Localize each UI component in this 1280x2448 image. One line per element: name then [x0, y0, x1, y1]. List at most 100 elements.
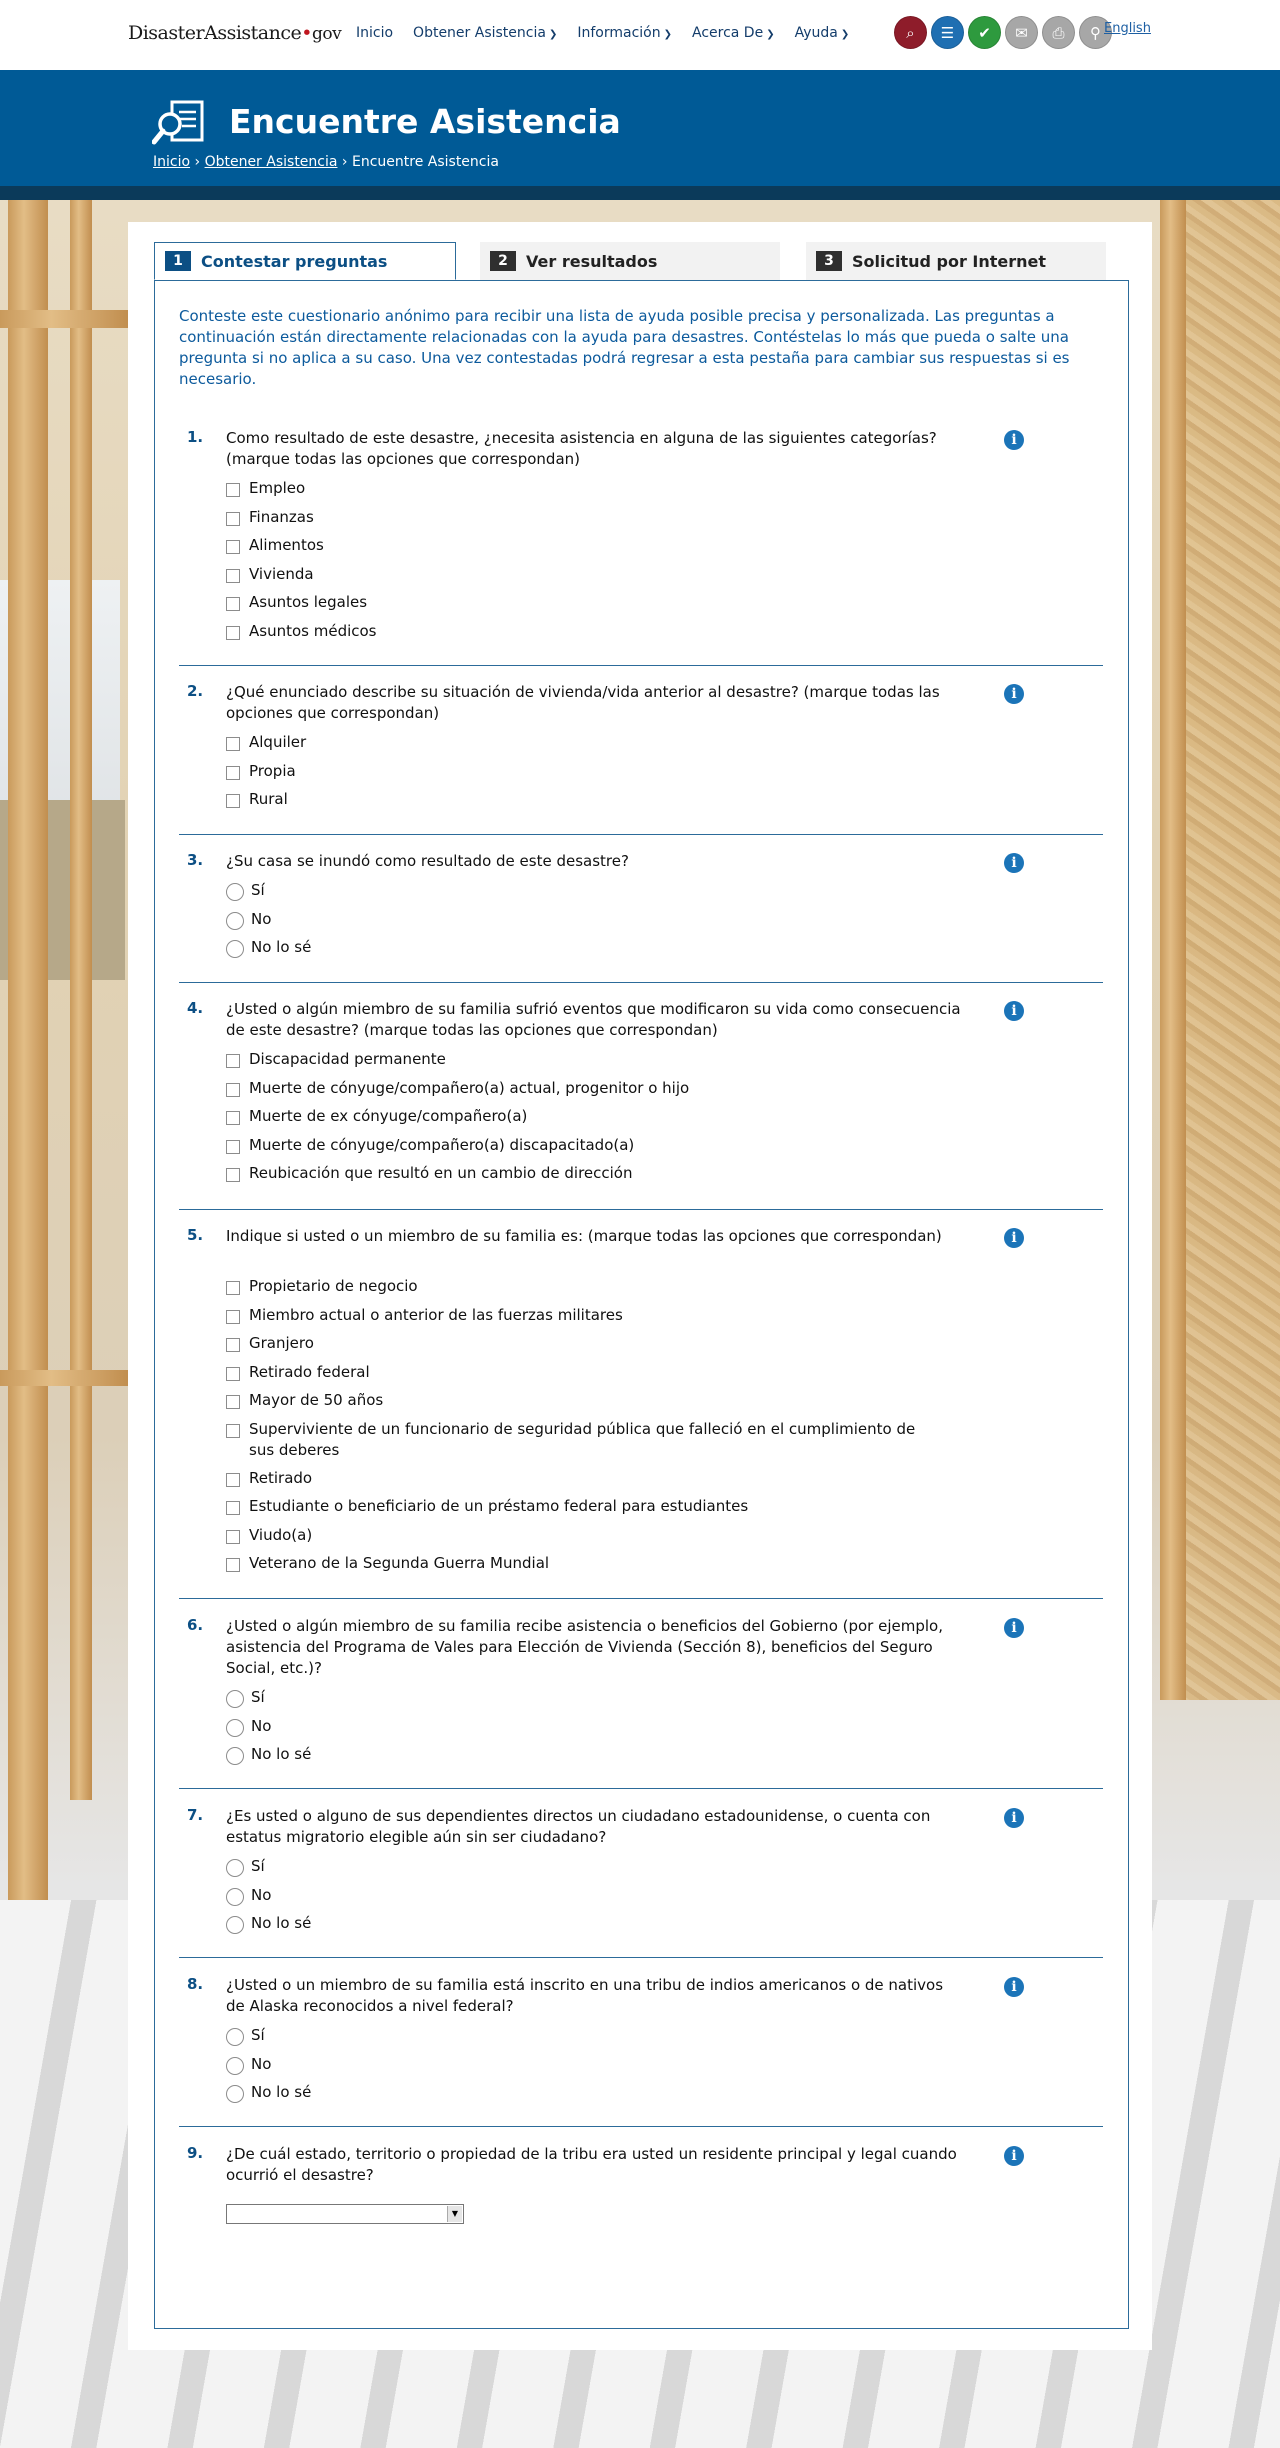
checkbox-option[interactable]: Granjero [226, 1333, 939, 1354]
checkbox[interactable] [226, 483, 240, 497]
info-icon[interactable]: i [1004, 684, 1024, 704]
nav-acerca-de[interactable]: Acerca De ❯ [692, 25, 775, 41]
info-icon[interactable]: i [1004, 2146, 1024, 2166]
breadcrumb-obtener-asistencia[interactable]: Obtener Asistencia [205, 154, 338, 170]
checkbox-option[interactable]: Muerte de ex cónyuge/compañero(a) [226, 1106, 939, 1127]
checkbox[interactable] [226, 1558, 240, 1572]
find-assistance-icon[interactable]: ⌕ [894, 16, 927, 49]
info-icon[interactable]: i [1004, 853, 1024, 873]
checkbox-option[interactable]: Asuntos legales [226, 592, 939, 613]
radio-option[interactable]: No [226, 909, 941, 930]
radio-option[interactable]: No [226, 2054, 941, 2075]
english-link[interactable]: English [1104, 21, 1151, 36]
checkbox[interactable] [226, 1168, 240, 1182]
checkbox-option[interactable]: Muerte de cónyuge/compañero(a) discapaci… [226, 1135, 939, 1156]
checkbox[interactable] [226, 511, 240, 526]
info-icon[interactable]: i [1004, 1808, 1024, 1828]
checkbox-option[interactable]: Alimentos [226, 535, 939, 556]
checkbox-option[interactable]: Estudiante o beneficiario de un préstamo… [226, 1496, 939, 1517]
checkbox-option[interactable]: Propia [226, 761, 939, 782]
nav-ayuda[interactable]: Ayuda ❯ [795, 25, 850, 41]
site-logo[interactable]: DisasterAssistance•gov [128, 22, 342, 44]
checkbox[interactable] [226, 1309, 240, 1324]
print-icon[interactable]: ⎙ [1042, 16, 1075, 49]
checkbox[interactable] [226, 540, 240, 554]
tab-contestar-preguntas[interactable]: 1 Contestar preguntas [154, 242, 456, 280]
checkbox-option[interactable]: Muerte de cónyuge/compañero(a) actual, p… [226, 1078, 939, 1099]
info-icon[interactable]: i [1004, 430, 1024, 450]
info-icon[interactable]: i [1004, 1228, 1024, 1248]
checkbox-option[interactable]: Propietario de negocio [226, 1276, 939, 1297]
radio-option[interactable]: Sí [226, 880, 941, 901]
info-icon[interactable]: i [1004, 1618, 1024, 1638]
nav-obtener-asistencia[interactable]: Obtener Asistencia ❯ [413, 25, 557, 41]
tab-solicitud-por-internet[interactable]: 3 Solicitud por Internet [806, 242, 1106, 280]
radio-button[interactable] [226, 940, 244, 958]
checkbox-option[interactable]: Superviviente de un funcionario de segur… [226, 1419, 939, 1461]
breadcrumb-inicio[interactable]: Inicio [153, 154, 190, 170]
checkbox[interactable] [226, 1139, 240, 1154]
checkbox-option[interactable]: Retirado [226, 1468, 939, 1489]
radio-button[interactable] [226, 883, 244, 901]
state-select[interactable]: ▼ [226, 2204, 464, 2224]
checkbox-option[interactable]: Mayor de 50 años [226, 1390, 939, 1411]
radio-button[interactable] [226, 1887, 244, 1906]
checkbox[interactable] [226, 1529, 240, 1544]
checkbox-option[interactable]: Finanzas [226, 507, 939, 528]
checklist-icon[interactable]: ☰ [931, 16, 964, 49]
radio-button[interactable] [226, 911, 244, 930]
checkbox-option[interactable]: Veterano de la Segunda Guerra Mundial [226, 1553, 939, 1574]
radio-button[interactable] [226, 1747, 244, 1765]
checkbox-option[interactable]: Miembro actual o anterior de las fuerzas… [226, 1305, 939, 1326]
info-icon[interactable]: i [1004, 1977, 1024, 1997]
radio-option[interactable]: No lo sé [226, 2082, 941, 2103]
checkbox-option[interactable]: Rural [226, 789, 939, 810]
mail-icon[interactable]: ✉ [1005, 16, 1038, 49]
radio-button[interactable] [226, 2028, 244, 2046]
checkbox-option[interactable]: Empleo [226, 478, 939, 499]
checkbox-option[interactable]: Discapacidad permanente [226, 1049, 939, 1070]
checkbox[interactable] [226, 794, 240, 808]
checkbox[interactable] [226, 568, 240, 583]
checkbox[interactable] [226, 1338, 240, 1352]
find-assistance-icon [152, 100, 204, 145]
checkbox[interactable] [226, 597, 240, 611]
info-icon[interactable]: i [1004, 1001, 1024, 1021]
radio-button[interactable] [226, 1718, 244, 1737]
checkbox[interactable] [226, 1281, 240, 1295]
checkbox-option[interactable]: Vivienda [226, 564, 939, 585]
checkbox[interactable] [226, 737, 240, 751]
checkbox[interactable] [226, 1395, 240, 1409]
radio-option[interactable]: Sí [226, 1856, 941, 1877]
radio-button[interactable] [226, 2085, 244, 2103]
checkbox[interactable] [226, 625, 240, 640]
checkbox-option[interactable]: Viudo(a) [226, 1525, 939, 1546]
radio-option[interactable]: No lo sé [226, 937, 941, 958]
check-status-icon[interactable]: ✔ [968, 16, 1001, 49]
checkbox[interactable] [226, 1423, 240, 1438]
checkbox[interactable] [226, 1082, 240, 1097]
checkbox[interactable] [226, 1054, 240, 1068]
nav-informacion[interactable]: Información ❯ [577, 25, 672, 41]
checkbox-option[interactable]: Alquiler [226, 732, 939, 753]
checkbox[interactable] [226, 765, 240, 780]
radio-button[interactable] [226, 1690, 244, 1708]
radio-option[interactable]: No [226, 1885, 941, 1906]
tab-ver-resultados[interactable]: 2 Ver resultados [480, 242, 780, 280]
radio-button[interactable] [226, 1916, 244, 1934]
radio-option[interactable]: No lo sé [226, 1744, 941, 1765]
radio-button[interactable] [226, 1859, 244, 1877]
radio-button[interactable] [226, 2056, 244, 2075]
checkbox[interactable] [226, 1111, 240, 1125]
checkbox[interactable] [226, 1472, 240, 1487]
checkbox-option[interactable]: Asuntos médicos [226, 621, 939, 642]
checkbox[interactable] [226, 1501, 240, 1515]
radio-option[interactable]: Sí [226, 2025, 941, 2046]
radio-option[interactable]: No lo sé [226, 1913, 941, 1934]
checkbox-option[interactable]: Retirado federal [226, 1362, 939, 1383]
checkbox[interactable] [226, 1366, 240, 1381]
radio-option[interactable]: Sí [226, 1687, 941, 1708]
nav-inicio[interactable]: Inicio [356, 25, 393, 41]
radio-option[interactable]: No [226, 1716, 941, 1737]
checkbox-option[interactable]: Reubicación que resultó en un cambio de … [226, 1163, 939, 1184]
